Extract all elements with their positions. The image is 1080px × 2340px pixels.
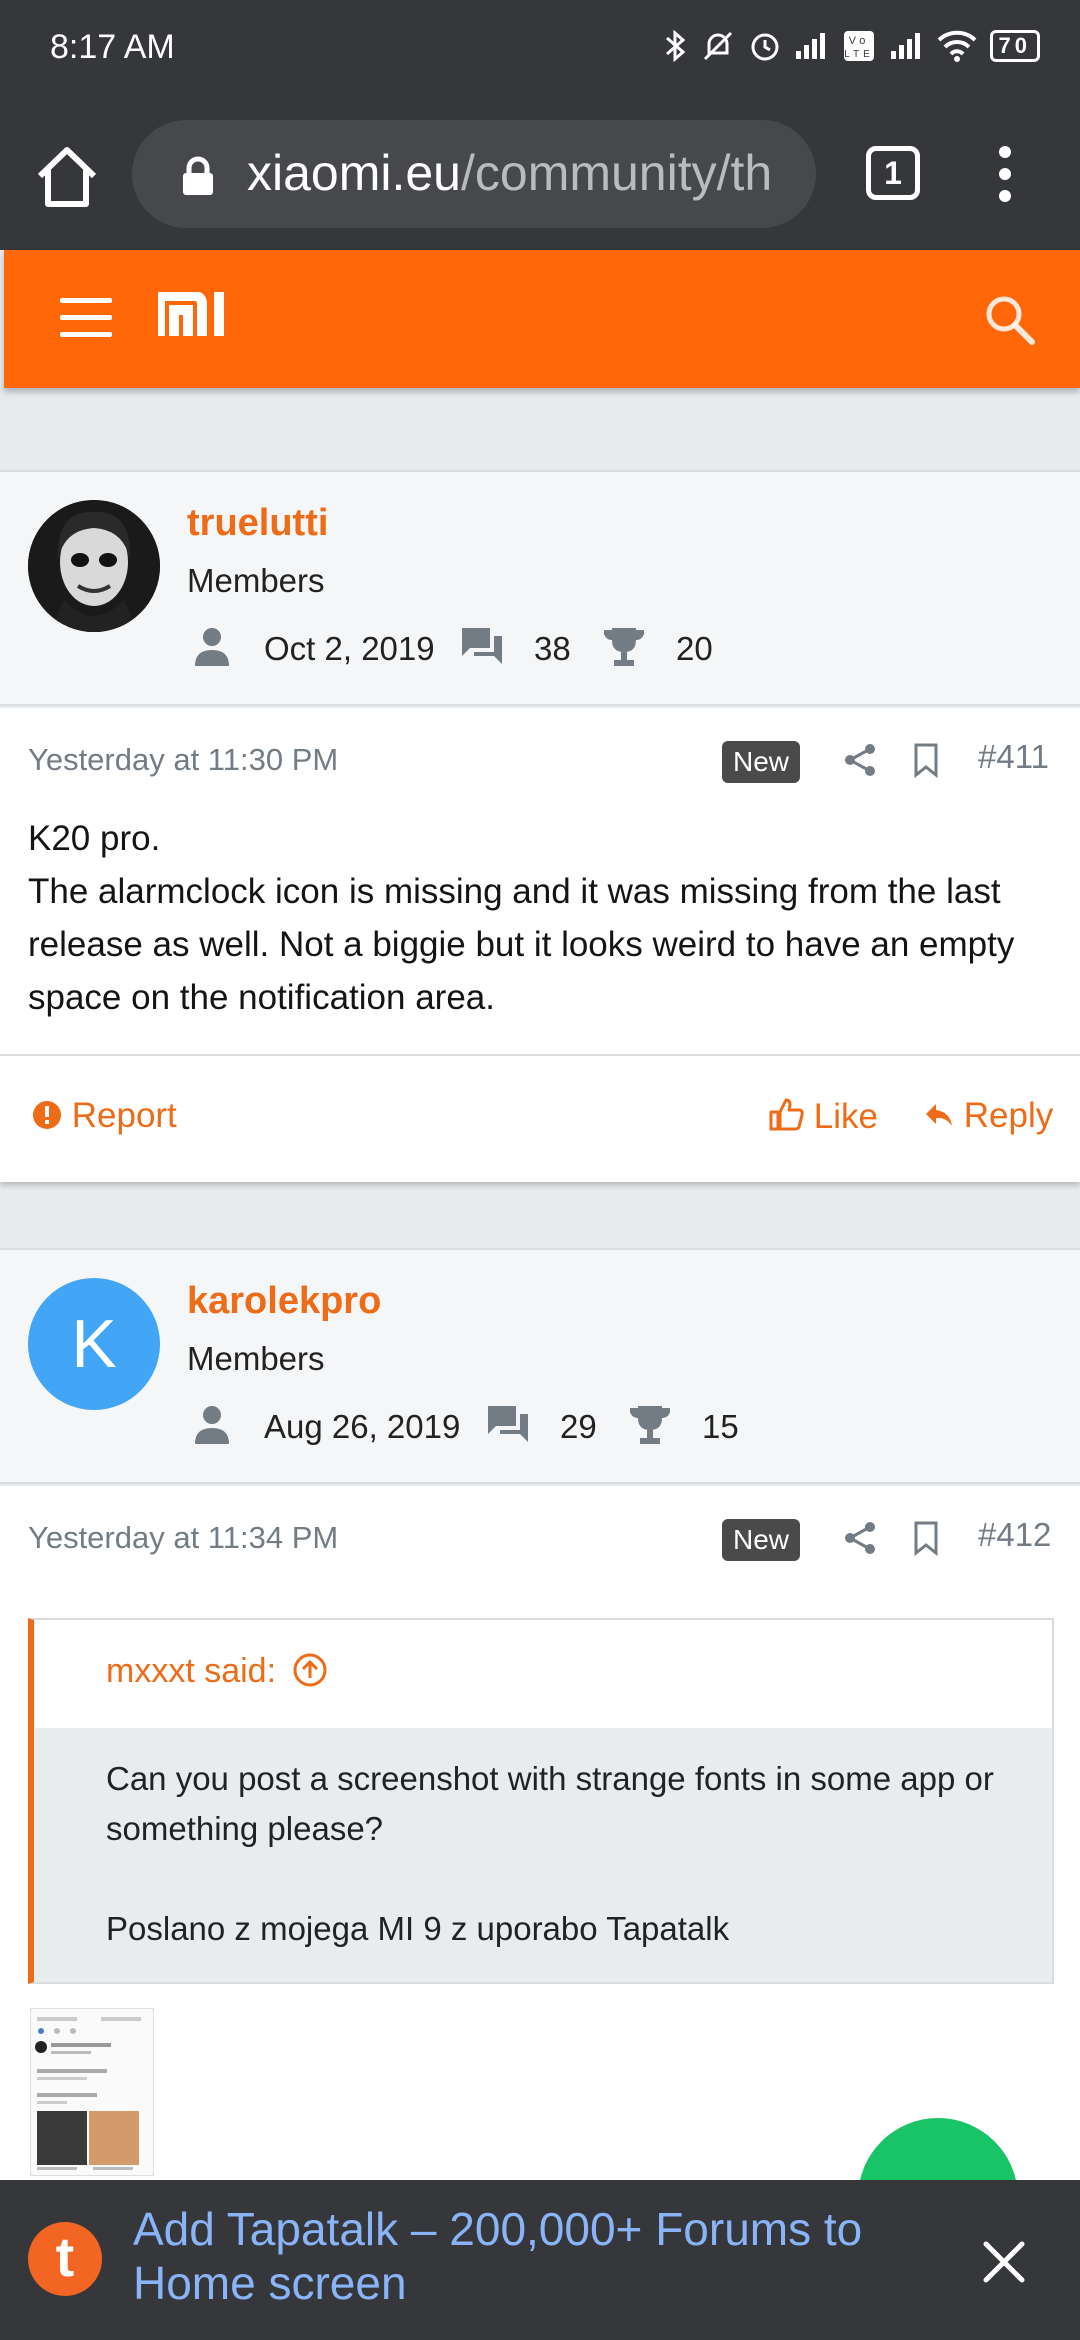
new-badge: New (722, 741, 801, 783)
tapatalk-banner[interactable]: t Add Tapatalk – 200,000+ Forums to Home… (0, 2180, 1080, 2340)
alarm-icon (751, 33, 779, 61)
url-domain: xiaomi.eu (247, 145, 461, 201)
status-time: 8:17 AM (50, 28, 175, 66)
quote-signature: Poslano z mojega MI 9 z uporabo Tapatalk (106, 1910, 730, 1947)
like-button[interactable]: Like (768, 1096, 878, 1137)
reply-button[interactable]: Reply (924, 1096, 1053, 1136)
like-label: Like (813, 1097, 878, 1136)
arrow-up-circle-icon (293, 1653, 326, 1687)
avatar[interactable] (28, 500, 160, 632)
thumbs-up-icon (769, 1098, 804, 1131)
post-content: K20 pro. The alarmclock icon is missing … (28, 812, 1058, 1024)
browser-toolbar: xiaomi.eu/community/th 1 (0, 100, 1080, 250)
post-body: Yesterday at 11:34 PM New #412 mxxxt sai… (0, 1486, 1080, 2180)
reply-label: Reply (963, 1096, 1054, 1135)
report-label: Report (71, 1096, 177, 1135)
alert-icon (33, 1101, 61, 1129)
quote-header: mxxxt said: (34, 1620, 1052, 1728)
messages-icon (460, 624, 504, 668)
signal-icon-2 (890, 33, 920, 60)
home-icon (37, 147, 97, 207)
search-icon[interactable] (982, 292, 1038, 348)
reply-icon (926, 1104, 952, 1126)
status-icons: Vo LTE 70 (663, 28, 1040, 63)
tapatalk-banner-text[interactable]: Add Tapatalk – 200,000+ Forums to Home s… (133, 2202, 933, 2310)
mi-logo[interactable] (155, 291, 230, 338)
share-icon[interactable] (842, 742, 878, 778)
quote-content: Can you post a screenshot with strange f… (34, 1728, 1052, 1982)
battery-indicator: 70 (989, 30, 1040, 63)
menu-dot-icon (999, 168, 1011, 180)
battery-level: 70 (998, 33, 1031, 59)
join-date: Oct 2, 2019 (264, 630, 435, 667)
lock-icon (180, 156, 216, 196)
post-text-line: K20 pro. (28, 819, 161, 858)
username[interactable]: karolekpro (187, 1280, 381, 1323)
trophy-count: 20 (676, 630, 713, 667)
quote-text: Can you post a screenshot with strange f… (106, 1760, 994, 1847)
address-bar[interactable]: xiaomi.eu/community/th (132, 120, 816, 228)
url-text: xiaomi.eu/community/th (247, 144, 772, 202)
user-icon (190, 624, 234, 668)
site-header (4, 250, 1080, 388)
post-date[interactable]: Yesterday at 11:30 PM (28, 742, 338, 778)
post-number[interactable]: #411 (978, 738, 1049, 776)
volte-icon: Vo LTE (844, 31, 875, 62)
avatar[interactable]: K (28, 1278, 160, 1410)
message-count: 29 (560, 1408, 597, 1445)
share-icon[interactable] (842, 1520, 878, 1556)
join-date: Aug 26, 2019 (264, 1408, 461, 1445)
hamburger-menu-icon[interactable] (60, 298, 112, 338)
new-badge: New (722, 1519, 801, 1561)
quote-author-link[interactable]: mxxxt said: (106, 1652, 328, 1691)
post-text-line: The alarmclock icon is missing and it wa… (28, 872, 1015, 1017)
home-button[interactable] (30, 140, 104, 214)
trophy-count: 15 (702, 1408, 739, 1445)
menu-dot-icon (999, 190, 1011, 202)
user-role: Members (187, 1340, 325, 1377)
username[interactable]: truelutti (187, 502, 328, 545)
overflow-menu-button[interactable] (990, 146, 1020, 208)
url-path: /community/th (461, 145, 773, 201)
svg-text:Vo: Vo (849, 35, 870, 47)
post-user-block: truelutti Members Oct 2, 2019 38 20 (0, 470, 1080, 706)
mute-bell-icon (704, 32, 733, 61)
svg-text:LTE: LTE (845, 49, 875, 60)
bluetooth-icon (666, 29, 686, 63)
wifi-icon (937, 30, 977, 63)
quote-author: mxxxt said: (106, 1652, 277, 1690)
bookmark-icon[interactable] (908, 1520, 944, 1557)
close-icon[interactable] (976, 2234, 1032, 2290)
post-actions-bar: Report Like Reply (0, 1054, 1080, 1182)
post-body: Yesterday at 11:30 PM New #411 K20 pro. … (0, 708, 1080, 1054)
post-date[interactable]: Yesterday at 11:34 PM (28, 1520, 338, 1556)
tapatalk-logo: t (28, 2222, 102, 2296)
report-button[interactable]: Report (32, 1096, 177, 1136)
post-user-block: K karolekpro Members Aug 26, 2019 29 15 (0, 1248, 1080, 1484)
menu-dot-icon (999, 146, 1011, 158)
signal-icon (796, 33, 826, 60)
post-number[interactable]: #412 (978, 1516, 1051, 1554)
quote-block: mxxxt said: Can you post a screenshot wi… (28, 1618, 1054, 1984)
user-icon (190, 1402, 234, 1446)
attachment-thumbnail[interactable] (30, 2008, 154, 2176)
messages-icon (486, 1402, 530, 1446)
message-count: 38 (534, 630, 571, 667)
status-bar: 8:17 AM Vo LTE 70 (0, 0, 1080, 100)
trophy-icon (602, 624, 646, 668)
trophy-icon (628, 1402, 672, 1446)
bookmark-icon[interactable] (908, 742, 944, 779)
user-role: Members (187, 562, 325, 599)
tab-switcher-button[interactable]: 1 (866, 146, 920, 200)
